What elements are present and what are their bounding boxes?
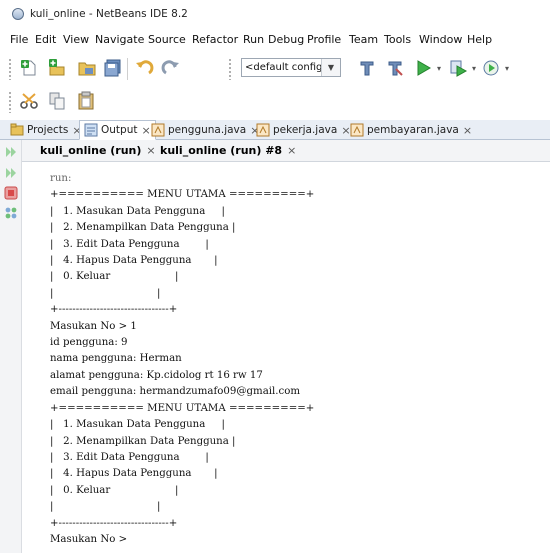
console-line: | 0. Keluar | — [50, 271, 179, 283]
open-project-icon[interactable] — [76, 57, 98, 79]
stop-icon[interactable] — [4, 186, 18, 200]
paste-icon[interactable] — [75, 90, 97, 112]
new-project-icon[interactable] — [46, 57, 68, 79]
close-icon[interactable]: × — [141, 124, 150, 137]
console-line: Masukan No > — [50, 533, 131, 545]
console-line: email pengguna: hermandzumafo09@gmail.co… — [50, 386, 301, 398]
tab-projects[interactable]: Projects × — [10, 120, 82, 140]
tab-pembayaran-java[interactable]: pembayaran.java × — [350, 120, 472, 140]
console-line: +--------------------------------+ — [50, 304, 178, 316]
tab-label: pengguna.java — [168, 124, 247, 136]
console-line: Masukan No > 1 — [50, 320, 137, 332]
console-output[interactable]: run: +========== MENU UTAMA =========+ | 1… — [22, 162, 550, 553]
menu-edit[interactable]: Edit — [35, 33, 56, 46]
title-bar: kuli_online - NetBeans IDE 8.2 — [0, 0, 550, 30]
console-line: run: — [50, 173, 72, 184]
tab-label: pekerja.java — [273, 124, 338, 136]
new-file-icon[interactable] — [18, 57, 40, 79]
output-subtab-bar: kuli_online (run) × kuli_online (run) #8 × — [0, 140, 550, 162]
console-text: run: +========== MENU UTAMA =========+ | 1… — [50, 171, 314, 548]
subtab-run-8[interactable]: kuli_online (run) #8 × — [160, 144, 296, 157]
build-icon[interactable] — [384, 57, 406, 79]
tab-pekerja-java[interactable]: pekerja.java × — [256, 120, 351, 140]
toolbar-grip[interactable] — [8, 91, 12, 113]
menu-source[interactable]: Source — [148, 33, 186, 46]
menu-navigate[interactable]: Navigate — [95, 33, 144, 46]
toolbar-grip[interactable] — [228, 58, 232, 80]
rerun-icon[interactable] — [4, 145, 18, 159]
toolbar-separator — [127, 58, 128, 80]
clean-build-icon[interactable] — [356, 57, 378, 79]
chevron-down-icon[interactable]: ▼ — [321, 59, 340, 76]
console-line: | | — [50, 501, 161, 513]
chevron-down-icon[interactable]: ▾ — [505, 64, 509, 73]
subtab-label: kuli_online (run) #8 — [160, 144, 283, 157]
redo-icon[interactable] — [160, 57, 182, 79]
subtab-label: kuli_online (run) — [40, 144, 142, 157]
console-line: alamat pengguna: Kp.cidolog rt 16 rw 17 — [50, 369, 263, 381]
java-file-icon — [151, 123, 165, 137]
java-file-icon — [256, 123, 270, 137]
menu-tools[interactable]: Tools — [384, 33, 411, 46]
close-icon[interactable]: × — [463, 124, 472, 137]
window-title: kuli_online - NetBeans IDE 8.2 — [30, 8, 188, 20]
run-icon[interactable] — [412, 57, 434, 79]
debug-icon[interactable] — [447, 57, 469, 79]
copy-icon[interactable] — [46, 90, 68, 112]
tab-pengguna-java[interactable]: pengguna.java × — [151, 120, 259, 140]
console-line: nama pengguna: Herman — [50, 353, 182, 365]
menu-file[interactable]: File — [10, 33, 28, 46]
netbeans-app-icon — [12, 8, 24, 20]
settings-icon[interactable] — [4, 206, 18, 220]
save-all-icon[interactable] — [102, 57, 124, 79]
projects-icon — [10, 123, 24, 137]
output-icon — [84, 123, 98, 137]
console-line: | 1. Masukan Data Pengguna | — [50, 205, 225, 217]
console-line: | 4. Hapus Data Pengguna | — [50, 255, 218, 267]
subtab-run[interactable]: kuli_online (run) × — [40, 144, 156, 157]
menu-team[interactable]: Team — [349, 33, 378, 46]
cut-icon[interactable] — [18, 90, 40, 112]
output-side-toolbar — [0, 140, 22, 553]
menu-window[interactable]: Window — [419, 33, 462, 46]
chevron-down-icon[interactable]: ▾ — [472, 64, 476, 73]
profile-icon[interactable] — [480, 57, 502, 79]
console-line: | 3. Edit Data Pengguna | — [50, 238, 209, 250]
menu-help[interactable]: Help — [467, 33, 492, 46]
menu-view[interactable]: View — [63, 33, 89, 46]
undo-icon[interactable] — [133, 57, 155, 79]
tab-label: Projects — [27, 124, 69, 136]
chevron-down-icon[interactable]: ▾ — [437, 64, 441, 73]
java-file-icon — [350, 123, 364, 137]
console-line: | 4. Hapus Data Pengguna | — [50, 468, 218, 480]
close-icon[interactable]: × — [287, 144, 296, 157]
console-line: id pengguna: 9 — [50, 337, 128, 349]
menu-profile[interactable]: Profile — [307, 33, 341, 46]
console-line: | 2. Menampilkan Data Pengguna | — [50, 222, 236, 234]
close-icon[interactable]: × — [146, 144, 155, 157]
console-line: | 2. Menampilkan Data Pengguna | — [50, 435, 236, 447]
console-line: | | — [50, 287, 161, 299]
console-line: | 0. Keluar | — [50, 484, 179, 496]
menu-refactor[interactable]: Refactor — [192, 33, 238, 46]
console-line: +--------------------------------+ — [50, 517, 178, 529]
menu-debug[interactable]: Debug — [268, 33, 304, 46]
window-tab-bar: Projects × Output × pengguna.java × peke… — [0, 120, 550, 140]
console-line: +========== MENU UTAMA =========+ — [50, 402, 315, 414]
console-line: | 3. Edit Data Pengguna | — [50, 451, 209, 463]
rerun-with-params-icon[interactable] — [4, 166, 18, 180]
menu-bar: File Edit View Navigate Source Refactor … — [0, 30, 550, 50]
tab-label: Output — [101, 124, 138, 136]
tab-label: pembayaran.java — [367, 124, 459, 136]
edit-toolbar — [0, 86, 550, 118]
menu-run[interactable]: Run — [243, 33, 264, 46]
toolbar-grip[interactable] — [8, 58, 12, 80]
console-line: +========== MENU UTAMA =========+ — [50, 189, 315, 201]
main-toolbar: <default config> ▼ ▾ ▾ ▾ — [0, 52, 550, 86]
tab-output[interactable]: Output × — [79, 120, 156, 140]
console-line: | 1. Masukan Data Pengguna | — [50, 419, 225, 431]
